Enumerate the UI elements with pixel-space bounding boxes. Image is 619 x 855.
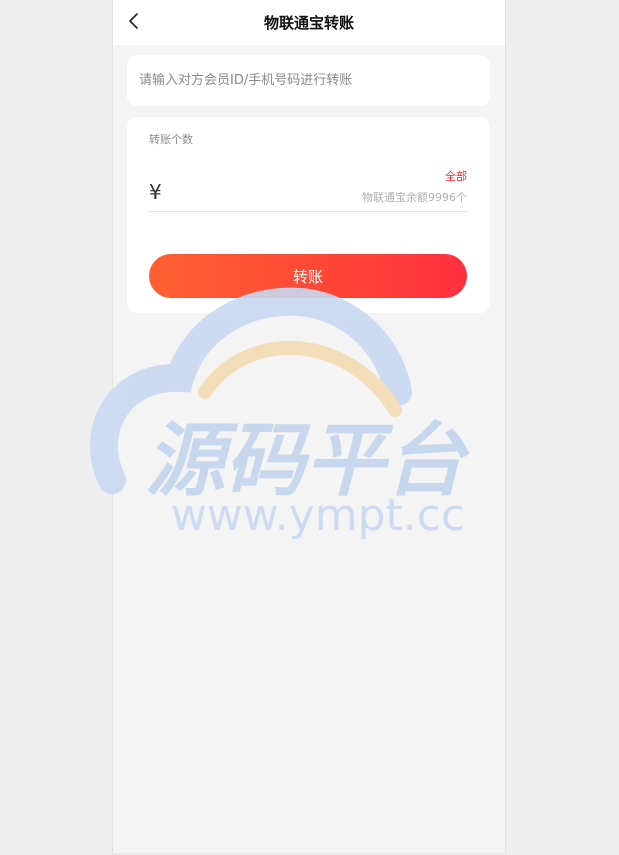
amount-input[interactable] [171, 181, 331, 205]
page-title: 物联通宝转账 [263, 14, 354, 32]
transfer-button[interactable]: 转账 [149, 254, 467, 298]
recipient-input[interactable] [139, 67, 475, 93]
amount-label: 转账个数 [149, 133, 193, 146]
amount-divider [149, 211, 467, 212]
all-amount-button[interactable]: 全部 [445, 170, 467, 184]
amount-card: 转账个数 全部 ¥ 物联通宝余额9996个 转账 [127, 117, 490, 313]
balance-text: 物联通宝余额9996个 [362, 191, 467, 204]
phone-screen: 物联通宝转账 转账个数 全部 ¥ 物联通宝余额9996个 转账 [112, 0, 506, 854]
recipient-card [127, 55, 490, 106]
currency-symbol: ¥ [149, 180, 162, 204]
top-bar: 物联通宝转账 [113, 0, 505, 45]
